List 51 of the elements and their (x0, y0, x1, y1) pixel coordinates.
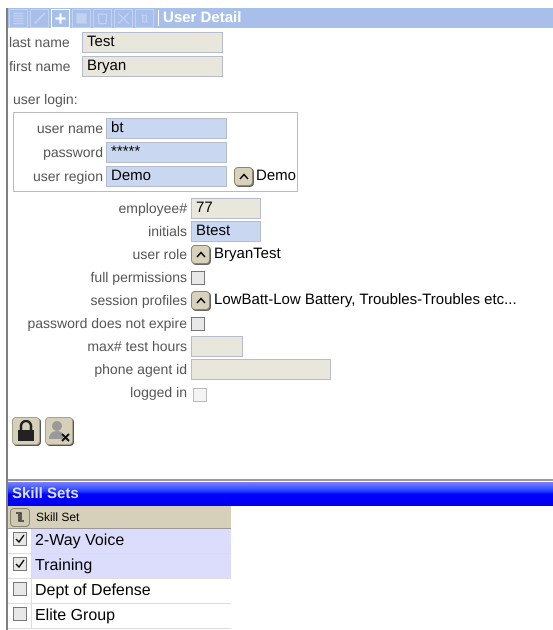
remove-user-button[interactable] (45, 417, 73, 445)
field-label: full permissions (90, 268, 187, 287)
checkbox[interactable] (12, 532, 26, 546)
checkbox[interactable] (191, 270, 205, 284)
text-field[interactable]: Btest (191, 221, 261, 242)
field-label: max# test hours (86, 337, 187, 356)
field-label: password (42, 142, 103, 162)
checkbox[interactable] (12, 582, 26, 596)
section-title: Skill Sets (12, 484, 79, 504)
field-label: employee# (118, 199, 187, 218)
caret-up-icon (238, 172, 248, 180)
text-field[interactable]: bt (106, 118, 227, 138)
field-label: phone agent id (93, 360, 187, 379)
user-remove-icon (47, 419, 71, 443)
text-field[interactable]: Test (82, 32, 223, 52)
field-label: password does not expire (26, 314, 187, 333)
field-label: last name (9, 32, 71, 52)
skill-row[interactable]: Training (32, 554, 231, 578)
field-label: session profiles (90, 291, 187, 310)
column-header[interactable]: Skill Set (36, 508, 80, 526)
text-field[interactable]: 77 (191, 198, 261, 219)
picker-button[interactable] (234, 166, 253, 186)
picker-value: LowBatt-Low Battery, Troubles-Troubles etc... (214, 290, 517, 310)
panel-title: User Detail (163, 8, 242, 28)
lock-icon (16, 420, 36, 442)
field-label: user name (36, 118, 103, 138)
caret-up-icon (196, 297, 206, 304)
check-icon (14, 534, 24, 544)
field-label: user role (132, 245, 187, 264)
picker-button[interactable] (191, 291, 210, 310)
field-label: first name (9, 56, 72, 76)
text-field[interactable] (191, 359, 331, 380)
checkbox[interactable] (12, 557, 26, 571)
picker-button[interactable] (191, 245, 210, 264)
skill-row[interactable]: 2-Way Voice (32, 529, 231, 553)
checkbox[interactable] (191, 316, 205, 330)
check-icon (14, 559, 24, 569)
picker-value: BryanTest (214, 244, 281, 264)
lock-button[interactable] (12, 417, 40, 445)
text-field[interactable] (191, 336, 243, 357)
group-title: user login: (13, 90, 78, 109)
text-field[interactable]: Bryan (82, 56, 223, 76)
picker-value: Demo (256, 166, 296, 186)
text-field[interactable]: ***** (106, 142, 227, 162)
field-label: initials (147, 222, 187, 241)
text-field[interactable]: Demo (106, 166, 227, 186)
field-label: logged in (129, 383, 187, 402)
caret-up-icon (196, 251, 206, 258)
refresh-button[interactable] (10, 508, 30, 526)
field-label: user region (32, 166, 103, 186)
checkbox[interactable] (12, 607, 26, 621)
